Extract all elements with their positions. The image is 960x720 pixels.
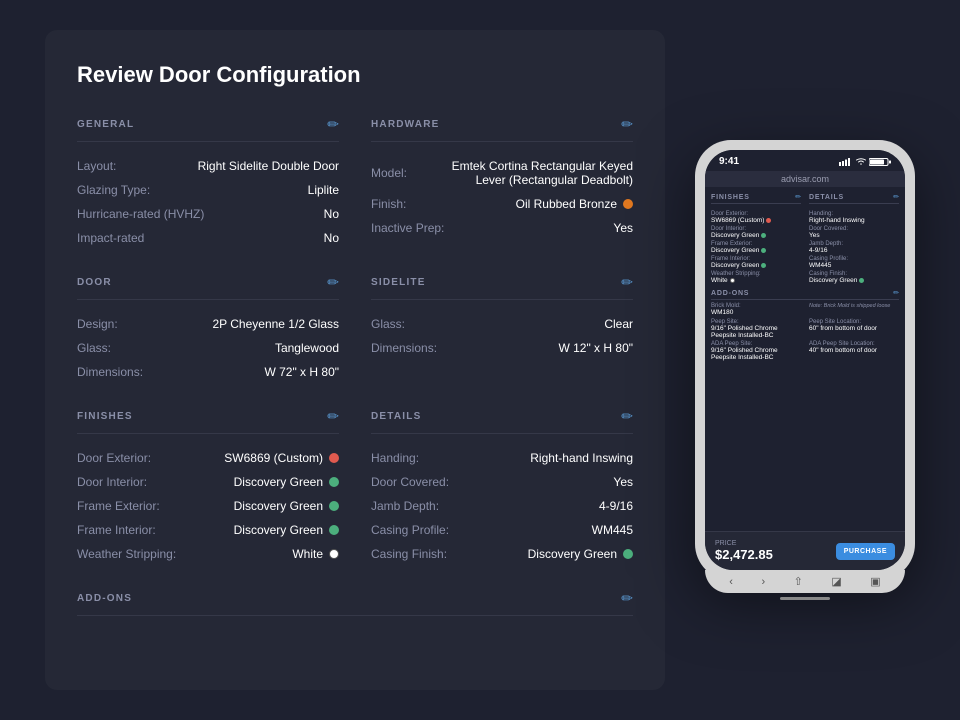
phone-screen: 9:41 — [705, 150, 905, 570]
phone-address-bar: advisar.com — [705, 171, 905, 187]
sidelite-label: SIDELITE — [371, 277, 426, 288]
phone-peep-location: Peep Site Location: 60" from bottom of d… — [809, 319, 899, 339]
finishes-row-weather: Weather Stripping: White — [77, 542, 339, 566]
hardware-section: HARDWARE ✏ Model: Emtek Cortina Rectangu… — [371, 116, 633, 250]
phone-mockup: 9:41 — [695, 140, 915, 580]
details-section: DETAILS ✏ Handing: Right-hand Inswing Do… — [371, 408, 633, 566]
general-row-glazing: Glazing Type: Liplite — [77, 178, 339, 202]
door-row-design: Design: 2P Cheyenne 1/2 Glass — [77, 312, 339, 336]
phone-door-exterior: Door Exterior: SW6869 (Custom) — [711, 211, 801, 224]
phone-door-covered: Door Covered: Yes — [809, 226, 899, 239]
sidelite-row-glass: Glass: Clear — [371, 312, 633, 336]
details-edit-icon[interactable]: ✏ — [621, 408, 633, 425]
finishes-section: FINISHES ✏ Door Exterior: SW6869 (Custom… — [77, 408, 339, 566]
phone-price-block: PRICE $2,472.85 — [715, 540, 773, 562]
phone-addons-label: ADD-ONS — [711, 290, 749, 297]
phone-frame-exterior: Frame Exterior: Discovery Green — [711, 241, 801, 254]
door-label: DOOR — [77, 277, 112, 288]
details-row-jamb: Jamb Depth: 4-9/16 — [371, 494, 633, 518]
details-row-casing-profile: Casing Profile: WM445 — [371, 518, 633, 542]
phone-share-button[interactable]: ⇧ — [794, 575, 803, 588]
card-title: Review Door Configuration — [77, 62, 633, 88]
phone-addons-edit[interactable]: ✏ — [893, 289, 899, 297]
hardware-row-inactive: Inactive Prep: Yes — [371, 216, 633, 240]
review-card: Review Door Configuration GENERAL ✏ Layo… — [45, 30, 665, 690]
phone-home-bar — [780, 597, 830, 600]
phone-weather-stripping: Weather Stripping: White — [711, 271, 801, 284]
details-row-casing-finish: Casing Finish: Discovery Green — [371, 542, 633, 566]
finishes-row-interior: Door Interior: Discovery Green — [77, 470, 339, 494]
phone-time: 9:41 — [719, 156, 739, 167]
phone-addons-header: ADD-ONS ✏ — [711, 289, 899, 300]
general-row-impact: Impact-rated No — [77, 226, 339, 250]
signal-icon — [839, 158, 853, 166]
phone-brick-note: Note: Brick Mold is shipped loose — [809, 303, 899, 316]
battery-icon — [869, 157, 891, 167]
phone-back-button[interactable]: ‹ — [729, 576, 733, 588]
details-row-covered: Door Covered: Yes — [371, 470, 633, 494]
phone-footer: PRICE $2,472.85 PURCHASE — [705, 531, 905, 570]
sidelite-row-dimensions: Dimensions: W 12" x H 80" — [371, 336, 633, 360]
finishes-row-exterior: Door Exterior: SW6869 (Custom) — [77, 446, 339, 470]
addons-label: ADD-ONS — [77, 593, 132, 604]
phone-brick-mold: Brick Mold: WM180 — [711, 303, 801, 316]
phone-details-header: DETAILS ✏ — [809, 193, 899, 204]
phone-url: advisar.com — [781, 174, 829, 184]
phone-forward-button[interactable]: › — [761, 576, 765, 588]
phone-frame-interior: Frame Interior: Discovery Green — [711, 256, 801, 269]
phone-status-bar: 9:41 — [705, 150, 905, 171]
sidelite-edit-icon[interactable]: ✏ — [621, 274, 633, 291]
door-section: DOOR ✏ Design: 2P Cheyenne 1/2 Glass Gla… — [77, 274, 339, 384]
door-row-glass: Glass: Tanglewood — [77, 336, 339, 360]
phone-ada-location: ADA Peep Site Location: 40" from bottom … — [809, 341, 899, 361]
finishes-row-frame-exterior: Frame Exterior: Discovery Green — [77, 494, 339, 518]
general-section: GENERAL ✏ Layout: Right Sidelite Double … — [77, 116, 339, 250]
phone-finishes-header: FINISHES ✏ — [711, 193, 801, 204]
hardware-label: HARDWARE — [371, 119, 440, 130]
general-row-hurricane: Hurricane-rated (HVHZ) No — [77, 202, 339, 226]
phone-content: FINISHES ✏ DETAILS ✏ Door Exterior: SW68… — [705, 187, 905, 531]
door-row-dimensions: Dimensions: W 72" x H 80" — [77, 360, 339, 384]
hardware-edit-icon[interactable]: ✏ — [621, 116, 633, 133]
phone-status-icons — [839, 157, 891, 167]
phone-casing-profile: Casing Profile: WM445 — [809, 256, 899, 269]
door-edit-icon[interactable]: ✏ — [327, 274, 339, 291]
details-row-handing: Handing: Right-hand Inswing — [371, 446, 633, 470]
phone-peep-site: Peep Site: 9/16" Polished Chrome Peepsit… — [711, 319, 801, 339]
details-label: DETAILS — [371, 411, 421, 422]
hardware-row-finish: Finish: Oil Rubbed Bronze — [371, 192, 633, 216]
general-row-layout: Layout: Right Sidelite Double Door — [77, 154, 339, 178]
phone-bookmark-button[interactable]: ◪ — [831, 575, 841, 588]
phone-door-interior: Door Interior: Discovery Green — [711, 226, 801, 239]
general-edit-icon[interactable]: ✏ — [327, 116, 339, 133]
phone-casing-finish: Casing Finish: Discovery Green — [809, 271, 899, 284]
phone-handing: Handing: Right-hand Inswing — [809, 211, 899, 224]
addons-section: ADD-ONS ✏ — [77, 590, 633, 616]
phone-price-label: PRICE — [715, 540, 773, 547]
phone-purchase-button[interactable]: PURCHASE — [836, 543, 895, 560]
phone-tabs-button[interactable]: ▣ — [870, 575, 880, 588]
phone-nav-bar: ‹ › ⇧ ◪ ▣ — [705, 570, 905, 593]
sidelite-section: SIDELITE ✏ Glass: Clear Dimensions: W 12… — [371, 274, 633, 384]
phone-finishes-edit[interactable]: ✏ — [795, 193, 801, 201]
addons-edit-icon[interactable]: ✏ — [621, 590, 633, 607]
phone-finishes-label: FINISHES — [711, 194, 750, 201]
wifi-icon — [856, 158, 866, 166]
finishes-edit-icon[interactable]: ✏ — [327, 408, 339, 425]
general-label: GENERAL — [77, 119, 134, 130]
finishes-label: FINISHES — [77, 411, 133, 422]
phone-ada-site: ADA Peep Site: 9/16" Polished Chrome Pee… — [711, 341, 801, 361]
hardware-row-model: Model: Emtek Cortina Rectangular Keyed L… — [371, 154, 633, 192]
finishes-row-frame-interior: Frame Interior: Discovery Green — [77, 518, 339, 542]
phone-details-edit[interactable]: ✏ — [893, 193, 899, 201]
phone-price: $2,472.85 — [715, 547, 773, 562]
phone-details-label: DETAILS — [809, 194, 844, 201]
phone-frame: 9:41 — [695, 140, 915, 580]
phone-jamb-depth: Jamb Depth: 4-9/16 — [809, 241, 899, 254]
